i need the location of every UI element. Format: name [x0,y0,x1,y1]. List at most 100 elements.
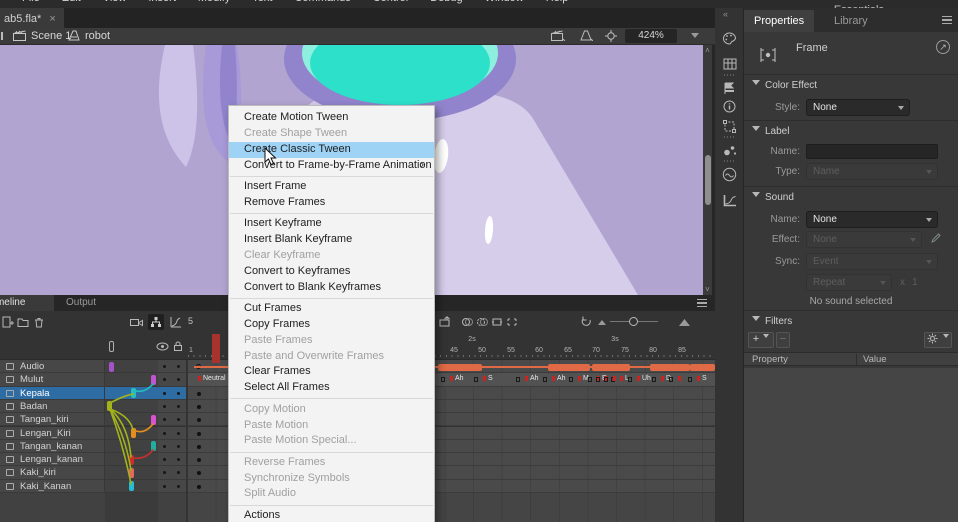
menu-item-edit[interactable]: Edit [62,0,81,8]
layer-parenting-cell[interactable] [105,466,158,479]
layer-name-cell[interactable]: Kaki_Kanan [0,480,105,493]
layer-name-cell[interactable]: Kepala [0,387,105,400]
menu-item-create-classic-tween[interactable]: Create Classic Tween [229,142,434,158]
collapse-panels-icon[interactable]: « [723,9,727,19]
layer-lock-dot[interactable] [172,387,186,400]
properties-panel-menu-icon[interactable] [942,16,952,24]
layer-lock-dot[interactable] [172,373,186,386]
parent-link-bar[interactable] [107,401,112,411]
playhead-marker[interactable] [212,334,220,363]
layer-parenting-cell[interactable] [105,360,158,373]
menu-item-insert-frame[interactable]: Insert Frame [229,179,434,195]
menu-item-split-audio[interactable]: Split Audio [229,486,434,502]
scene-clapper-icon[interactable] [13,30,26,41]
layer-parenting-cell[interactable] [105,387,158,400]
menu-item-convert-to-keyframes[interactable]: Convert to Keyframes [229,264,434,280]
menu-item-file[interactable]: File [22,0,40,8]
layer-parenting-cell[interactable] [105,440,158,453]
edit-multiple-frames-icon[interactable] [489,314,505,330]
sound-name-dropdown[interactable]: None [806,211,938,228]
particles-icon[interactable] [721,141,738,158]
stage-vertical-scrollbar[interactable]: ˄ ˅ [703,45,712,295]
menu-item-create-motion-tween[interactable]: Create Motion Tween [229,110,434,126]
menu-item-clear-frames[interactable]: Clear Frames [229,364,434,380]
layer-name-cell[interactable]: Badan [0,400,105,413]
menu-item-cut-frames[interactable]: Cut Frames [229,301,434,317]
motion-editor-icon[interactable] [721,192,738,209]
parent-link-bar[interactable] [151,415,156,425]
repeat-count-value[interactable]: 1 [912,277,918,288]
menu-item-help[interactable]: Help [546,0,569,8]
menu-item-copy-frames[interactable]: Copy Frames [229,317,434,333]
menu-item-view[interactable]: View [103,0,127,8]
layer-name-cell[interactable]: Tangan_kiri [0,413,105,426]
tab-properties[interactable]: Properties [744,10,814,32]
creative-cloud-icon[interactable] [721,166,738,183]
breadcrumb-symbol[interactable]: robot [85,30,110,42]
layer-parenting-cell[interactable] [105,480,158,493]
loop-icon[interactable] [578,314,594,330]
tab-library[interactable]: Library [824,10,878,32]
layer-visibility-dot[interactable] [158,413,172,426]
info-icon[interactable] [721,98,738,115]
color-palette-icon[interactable] [721,30,738,47]
menu-item-insert-blank-keyframe[interactable]: Insert Blank Keyframe [229,232,434,248]
layer-lock-dot[interactable] [172,400,186,413]
filter-options-button[interactable] [924,332,952,348]
layer-name-cell[interactable]: Mulut [0,373,105,386]
document-tab[interactable]: ab5.fla*× [0,8,64,28]
section-filters[interactable]: Filters [752,316,792,327]
menu-item-create-shape-tween[interactable]: Create Shape Tween [229,126,434,142]
section-color-effect[interactable]: Color Effect [752,80,817,91]
layer-visibility-dot[interactable] [158,466,172,479]
flag-properties-icon[interactable] [721,80,738,97]
menu-item-insert-keyframe[interactable]: Insert Keyframe [229,216,434,232]
parent-link-bar[interactable] [129,481,134,491]
modify-markers-icon[interactable] [504,314,520,330]
zoom-out-timeline-icon[interactable] [594,314,610,330]
menu-item-paste-frames[interactable]: Paste Frames [229,333,434,349]
menu-item-clear-keyframe[interactable]: Clear Keyframe [229,248,434,264]
eye-column-icon[interactable] [156,342,169,351]
menu-item-reverse-frames[interactable]: Reverse Frames [229,455,434,471]
layer-visibility-dot[interactable] [158,427,172,440]
menu-item-paste-and-overwrite-frames[interactable]: Paste and Overwrite Frames [229,349,434,365]
onion-skin-icon[interactable] [459,314,475,330]
timeline-zoom-slider-thumb[interactable] [629,317,638,326]
menu-item-control[interactable]: Control [373,0,408,8]
layer-lock-dot[interactable] [172,427,186,440]
lock-column-icon[interactable] [173,341,183,351]
motion-graph-icon[interactable] [168,314,184,330]
back-icon[interactable] [1,32,6,40]
layer-parenting-cell[interactable] [105,453,158,466]
layer-parenting-cell[interactable] [105,427,158,440]
menu-item-synchronize-symbols[interactable]: Synchronize Symbols [229,471,434,487]
menu-item-convert-to-blank-keyframes[interactable]: Convert to Blank Keyframes [229,280,434,296]
edit-symbols-icon[interactable] [580,30,593,41]
show-parenting-view-icon[interactable] [148,314,164,330]
menu-item-remove-frames[interactable]: Remove Frames [229,195,434,211]
scrollbar-thumb[interactable] [705,155,711,205]
layer-name-cell[interactable]: Audio [0,360,105,373]
tab-output[interactable]: Output [56,295,106,311]
remove-filter-button[interactable]: − [776,332,790,348]
parenting-column-icon[interactable] [109,341,114,352]
layer-visibility-dot[interactable] [158,400,172,413]
help-link-icon[interactable]: ↗ [936,40,950,54]
menu-item-commands[interactable]: Commands [294,0,350,8]
menu-item-actions[interactable]: Actions [229,508,434,522]
parent-link-bar[interactable] [129,455,134,465]
onion-skin-outlines-icon[interactable] [474,314,490,330]
zoom-level-input[interactable]: 424% [625,29,677,43]
layer-parenting-cell[interactable] [105,373,158,386]
layer-visibility-dot[interactable] [158,373,172,386]
menu-item-convert-to-frame-by-frame-animation[interactable]: Convert to Frame-by-Frame Animation› [229,158,434,174]
parent-link-bar[interactable] [129,468,134,478]
layer-name-cell[interactable]: Tangan_kanan [0,440,105,453]
layer-visibility-dot[interactable] [158,440,172,453]
layer-lock-dot[interactable] [172,453,186,466]
delete-layer-icon[interactable] [31,314,47,330]
sound-repeat-dropdown[interactable]: Repeat [806,274,892,291]
layer-visibility-dot[interactable] [158,480,172,493]
section-label[interactable]: Label [752,126,789,137]
